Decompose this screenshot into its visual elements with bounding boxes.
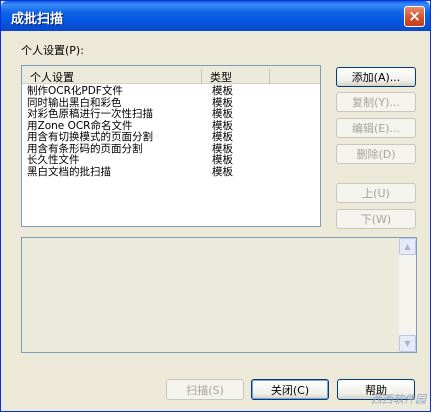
copy-button[interactable]: 复制(Y)...: [336, 92, 416, 112]
scan-button[interactable]: 扫描(S): [166, 379, 244, 400]
list-rows: 制作OCR化PDF文件 模板 同时输出黑白和彩色 模板 对彩色原稿进行一次性扫描 模板…: [27, 85, 317, 179]
description-box: ▲ ▼: [21, 237, 417, 353]
list-item[interactable]: 黑白文档的批扫描 模板: [27, 166, 317, 179]
column-header-type[interactable]: 类型: [202, 69, 270, 84]
title-bar: 成批扫描 ×: [1, 1, 430, 31]
list-header: 个人设置 类型: [22, 66, 320, 84]
edit-button[interactable]: 编辑(E)...: [336, 118, 416, 138]
profiles-list[interactable]: 个人设置 类型 制作OCR化PDF文件 模板 同时输出黑白和彩色 模板 对彩色原稿进…: [21, 65, 321, 227]
list-item[interactable]: 长久性文件 模板: [27, 154, 317, 167]
add-button[interactable]: 添加(A)...: [336, 67, 416, 87]
watermark-logo: 西西软件园: [371, 393, 426, 406]
delete-button[interactable]: 删除(D): [336, 144, 416, 164]
profiles-label: 个人设置(P):: [21, 42, 84, 58]
close-button[interactable]: 关闭(C): [251, 379, 329, 400]
profiles-label-key: (P):: [65, 44, 84, 57]
move-down-button[interactable]: 下(W): [336, 209, 416, 229]
move-up-button[interactable]: 上(U): [336, 183, 416, 203]
column-header-name[interactable]: 个人设置: [22, 69, 202, 84]
list-item[interactable]: 制作OCR化PDF文件 模板: [27, 85, 317, 98]
scroll-down-icon[interactable]: ▼: [399, 335, 416, 352]
list-item[interactable]: 对彩色原稿进行一次性扫描 模板: [27, 108, 317, 121]
window-title: 成批扫描: [11, 12, 64, 27]
profiles-label-text: 个人设置: [21, 44, 65, 57]
list-item[interactable]: 用含有切换模式的页面分割 模板: [27, 131, 317, 144]
batch-scan-dialog: 成批扫描 × 个人设置(P): 个人设置 类型 制作OCR化PDF文件 模板 同时…: [0, 0, 431, 412]
close-icon[interactable]: ×: [404, 6, 425, 27]
scroll-up-icon[interactable]: ▲: [399, 238, 416, 255]
vertical-scrollbar[interactable]: ▲ ▼: [399, 238, 416, 352]
